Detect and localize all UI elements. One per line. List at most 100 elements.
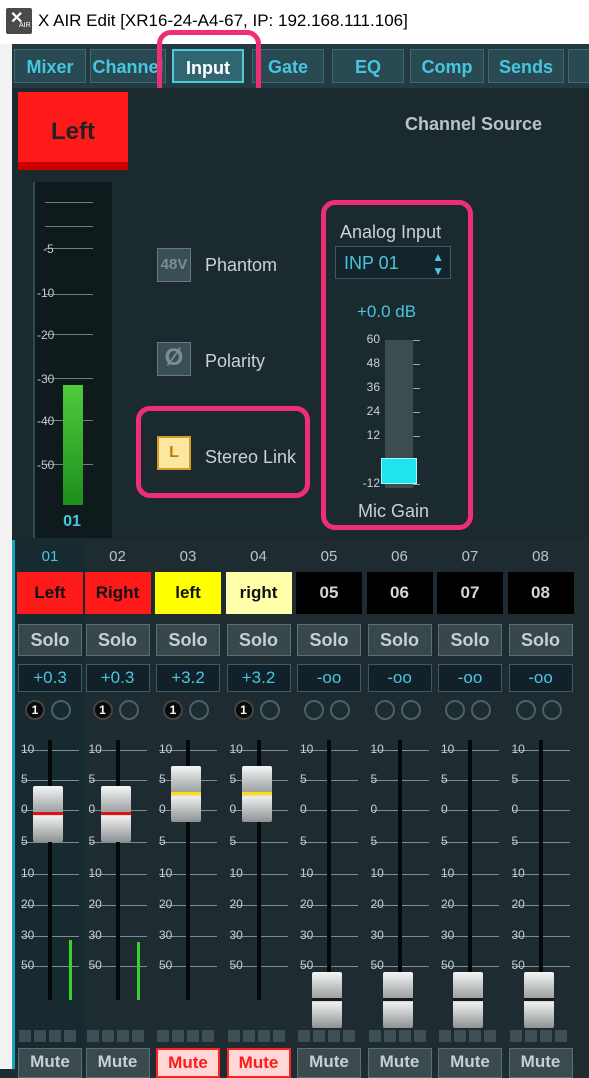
tab-channel[interactable]: Channel: [90, 49, 166, 83]
fader-scale-label: 0: [441, 802, 448, 816]
tab-gate[interactable]: Gate: [252, 49, 324, 83]
fader-scale-label: 50: [370, 958, 384, 972]
strip-name[interactable]: 07: [437, 572, 503, 614]
mute-button[interactable]: Mute: [508, 1048, 573, 1078]
circle-toggle-icon[interactable]: [541, 700, 562, 720]
channel-1-icon[interactable]: 1: [163, 700, 183, 720]
fader-gain-value: -oo: [297, 664, 361, 692]
fader-scale-label: 10: [88, 866, 102, 880]
fader-track[interactable]: [327, 740, 331, 1000]
fader-scale-label: 30: [370, 928, 384, 942]
strip-name[interactable]: Right: [84, 572, 151, 614]
strip-name[interactable]: 05: [296, 572, 362, 614]
fader-scale-label: 10: [21, 742, 35, 756]
bus-indicator: [64, 1030, 76, 1042]
fader-scale-label: 30: [229, 928, 243, 942]
fader-scale-label: 50: [88, 958, 102, 972]
fader-knob[interactable]: [241, 766, 272, 822]
solo-button[interactable]: Solo: [367, 624, 432, 656]
solo-button[interactable]: Solo: [18, 624, 82, 656]
phantom-48v-button[interactable]: 48V: [157, 248, 191, 282]
channel-1-icon[interactable]: 1: [92, 700, 113, 720]
channel-strip-04: 04 right Solo +3.2 1 10 5 0 5 10 20 30 50 Mute: [224, 540, 294, 1078]
fader-gain-value: +3.2: [226, 664, 291, 692]
fader-track[interactable]: [48, 740, 52, 1000]
tab-mixer[interactable]: Mixer: [14, 49, 86, 83]
channel-source-title: Channel Source: [405, 114, 543, 134]
fader-scale-label: 30: [88, 928, 102, 942]
channel-1-icon[interactable]: 1: [233, 700, 254, 720]
bus-indicator: [313, 1030, 325, 1042]
strip-number: 01: [41, 548, 59, 565]
fader-scale-label: 5: [159, 772, 166, 786]
fader-scale-label: 10: [370, 742, 384, 756]
tab-more[interactable]: [568, 49, 589, 83]
bus-indicator: [524, 1030, 537, 1042]
fader-scale-label: 5: [300, 834, 307, 848]
mute-button[interactable]: Mute: [297, 1048, 361, 1078]
mute-button[interactable]: Mute: [226, 1048, 291, 1078]
fader-knob[interactable]: [382, 972, 413, 1028]
circle-toggle-icon[interactable]: [118, 700, 139, 720]
channel-name-label: Left: [18, 92, 128, 170]
solo-button[interactable]: Solo: [508, 624, 573, 656]
mute-button[interactable]: Mute: [18, 1048, 82, 1078]
fader-track[interactable]: [468, 740, 472, 1000]
circle-toggle-icon[interactable]: [259, 700, 280, 720]
tab-eq[interactable]: EQ: [332, 49, 404, 83]
fader-scale-label: 10: [229, 866, 243, 880]
x-air-app-icon: ✕ AIR: [6, 8, 32, 34]
bus-indicator: [172, 1030, 184, 1042]
bus-indicator: [343, 1030, 355, 1042]
fader-scale-label: 10: [441, 866, 455, 880]
fader-knob[interactable]: [312, 972, 342, 1028]
mute-button[interactable]: Mute: [85, 1048, 150, 1078]
strip-name[interactable]: 06: [366, 572, 433, 614]
circle-toggle-icon[interactable]: [515, 700, 536, 720]
circle-toggle-icon[interactable]: [330, 700, 350, 720]
tab-comp[interactable]: Comp: [410, 49, 484, 83]
fader-scale-label: 20: [88, 897, 102, 911]
fader-scale-label: 10: [441, 742, 455, 756]
circle-toggle-icon[interactable]: [51, 700, 71, 720]
circle-toggle-icon[interactable]: [400, 700, 421, 720]
fader-knob[interactable]: [171, 766, 201, 822]
circle-toggle-icon[interactable]: [445, 700, 465, 720]
channel-1-icon[interactable]: 1: [25, 700, 45, 720]
fader-knob[interactable]: [100, 786, 131, 842]
fader-scale-label: 0: [159, 802, 166, 816]
mute-button[interactable]: Mute: [367, 1048, 432, 1078]
mute-button[interactable]: Mute: [156, 1048, 220, 1078]
fader-scale-label: 5: [229, 834, 237, 848]
fader-gain-value: -oo: [508, 664, 573, 692]
bus-indicator: [187, 1030, 199, 1042]
mute-button[interactable]: Mute: [438, 1048, 502, 1078]
strip-name[interactable]: right: [225, 572, 292, 614]
fader-scale-label: 20: [21, 897, 35, 911]
polarity-label: Polarity: [205, 351, 266, 371]
solo-button[interactable]: Solo: [85, 624, 150, 656]
circle-toggle-icon[interactable]: [189, 700, 209, 720]
solo-button[interactable]: Solo: [297, 624, 361, 656]
polarity-button[interactable]: Ø: [157, 342, 191, 376]
circle-toggle-icon[interactable]: [304, 700, 324, 720]
strip-name[interactable]: 08: [507, 572, 574, 614]
circle-toggle-icon[interactable]: [374, 700, 395, 720]
solo-button[interactable]: Solo: [438, 624, 502, 656]
fader-knob[interactable]: [523, 972, 554, 1028]
strip-name[interactable]: Left: [17, 572, 83, 614]
fader-scale-label: 0: [88, 802, 96, 816]
fader-scale-label: 50: [21, 958, 35, 972]
solo-button[interactable]: Solo: [156, 624, 220, 656]
circle-toggle-icon[interactable]: [471, 700, 491, 720]
fader-track[interactable]: [115, 740, 120, 1000]
channel-strip-05: 05 05 Solo -oo 10 5 0 5 10 20 30 50 Mute: [294, 540, 364, 1078]
fader-scale-label: 5: [441, 772, 448, 786]
fader-track[interactable]: [538, 740, 543, 1000]
solo-button[interactable]: Solo: [226, 624, 291, 656]
tab-sends[interactable]: Sends: [488, 49, 564, 83]
strip-name[interactable]: left: [155, 572, 221, 614]
fader-knob[interactable]: [453, 972, 483, 1028]
fader-knob[interactable]: [33, 786, 63, 842]
fader-track[interactable]: [397, 740, 402, 1000]
